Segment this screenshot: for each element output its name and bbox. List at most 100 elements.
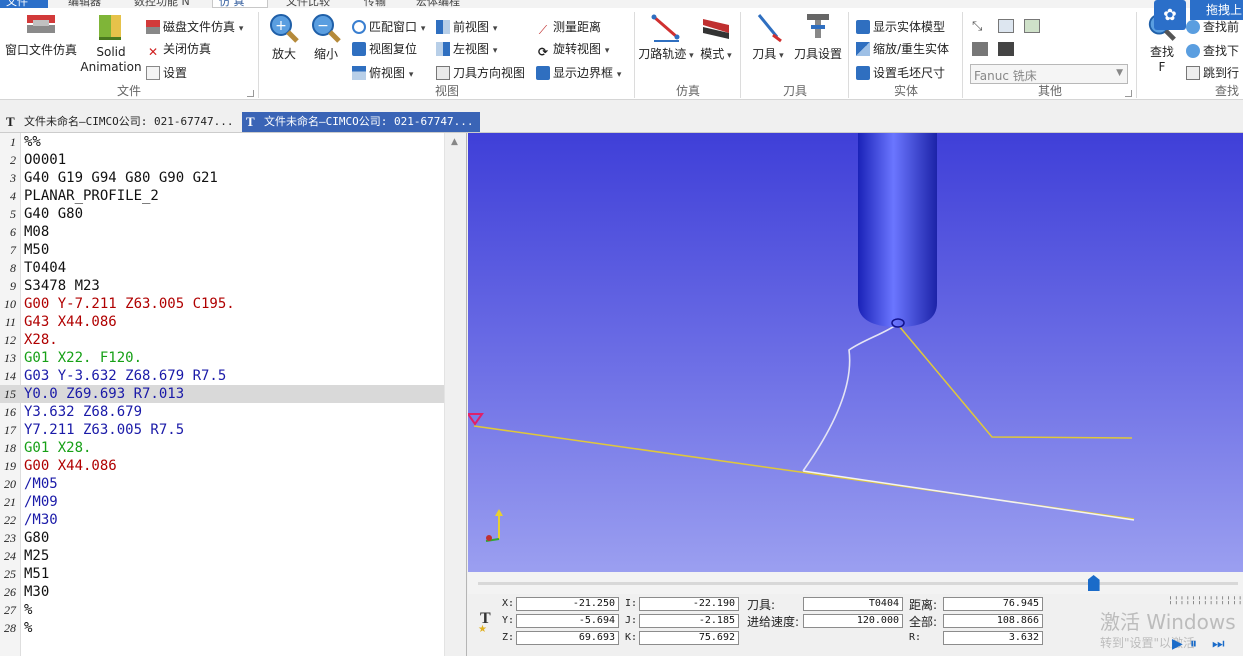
code-text: G40 G80 [24, 206, 84, 222]
code-line[interactable]: 3 G40 G19 G94 G80 G90 G21 [0, 169, 444, 187]
code-line[interactable]: 23 G80 [0, 529, 444, 547]
close-sim-button[interactable]: ✕ 关闭仿真 [146, 39, 211, 59]
document-tab-bar: T 文件未命名—CIMCO公司: 021-67747... T 文件未命名—CI… [0, 100, 1243, 133]
code-text: M30 [24, 584, 50, 600]
code-line[interactable]: 4 PLANAR_PROFILE_2 [0, 187, 444, 205]
rotate-view-button[interactable]: ⟳ 旋转视图 [536, 39, 609, 59]
tab-macro[interactable]: 宏体编程 [410, 0, 466, 8]
code-line[interactable]: 22/M30 [0, 511, 444, 529]
play-icon[interactable]: ▶ [1172, 636, 1183, 652]
window-sim-icon [27, 15, 55, 33]
code-line[interactable]: 8 T0404 [0, 259, 444, 277]
x-label: X: [502, 598, 515, 609]
disk-sim-button[interactable]: 磁盘文件仿真 [146, 17, 243, 37]
group-file-launcher-icon[interactable] [247, 90, 254, 97]
activation-watermark-title: 激活 Windows [1100, 610, 1236, 634]
stock-size-button[interactable]: 设置毛坯尺寸 [856, 63, 945, 83]
code-line[interactable]: 21/M09 [0, 493, 444, 511]
code-line[interactable]: 16 Y3.632 Z68.679 [0, 403, 444, 421]
code-line[interactable]: 27% [0, 601, 444, 619]
view-reset-button[interactable]: 视图复位 [352, 39, 417, 59]
group-view-label: 视图 [434, 84, 459, 98]
code-line[interactable]: 5 G40 G80 [0, 205, 444, 223]
zoom-in-button[interactable]: + 放大 [264, 11, 304, 62]
tab-simulation[interactable]: 仿 真 [212, 0, 268, 8]
divider [848, 12, 849, 98]
zoom-out-button[interactable]: − 缩小 [306, 11, 346, 62]
mode-button[interactable]: 模式 [696, 11, 736, 64]
code-line[interactable]: 10 G00 Y-7.211 Z63.005 C195. [0, 295, 444, 313]
code-line[interactable]: 13 G01 X22. F120. [0, 349, 444, 367]
code-line[interactable]: 18 G01 X28. [0, 439, 444, 457]
code-line[interactable]: 15 Y0.0 Z69.693 R7.013 [0, 385, 444, 403]
stl-export-icon[interactable] [972, 42, 988, 56]
tab-file[interactable]: 文件 [0, 0, 48, 8]
nc-code-editor[interactable]: 1%% 2 O0001 3 G40 G19 G94 G80 G90 G21 4 PLANAR… [0, 133, 467, 656]
playback-timeline [468, 572, 1243, 594]
code-line[interactable]: 25 M51 [0, 565, 444, 583]
code-text: M08 [24, 224, 50, 240]
dxf-export-icon[interactable] [998, 42, 1014, 56]
timeline-thumb[interactable] [1087, 575, 1100, 591]
code-line[interactable]: 12 X28. [0, 331, 444, 349]
code-line[interactable]: 1%% [0, 133, 444, 151]
toolpath-button[interactable]: 刀路轨迹 [638, 11, 694, 64]
code-line[interactable]: 9 S3478 M23 [0, 277, 444, 295]
tool-button[interactable]: 刀具 [746, 11, 790, 64]
drag-upload-widget[interactable]: ✿ 拖拽上 [1152, 0, 1243, 30]
goto-line-button[interactable]: 跳到行 [1186, 63, 1239, 83]
window-sim-button[interactable]: 窗口文件仿真 [2, 11, 80, 58]
tab-compare[interactable]: 文件比较 [280, 0, 336, 8]
mode-label: 模式 [700, 47, 731, 61]
code-line[interactable]: 2 O0001 [0, 151, 444, 169]
scroll-up-icon[interactable]: ▲ [451, 137, 458, 147]
editor-scrollbar[interactable]: ▲ [444, 133, 466, 656]
bounding-box-button[interactable]: 显示边界框 [536, 63, 621, 83]
code-line[interactable]: 28% [0, 619, 444, 637]
code-line[interactable]: 20/M05 [0, 475, 444, 493]
tab-numeric[interactable]: 数控功能 N [128, 0, 196, 8]
code-line[interactable]: 11 G43 X44.086 [0, 313, 444, 331]
code-line[interactable]: 7 M50 [0, 241, 444, 259]
left-view-button[interactable]: 左视图 [436, 39, 497, 59]
tab-editor[interactable]: 编辑器 [62, 0, 107, 8]
find-next-button[interactable]: 查找下 [1186, 41, 1239, 61]
tool-direction-view-button[interactable]: 刀具方向视图 [436, 63, 525, 83]
code-line[interactable]: 14 G03 Y-3.632 Z68.679 R7.5 [0, 367, 444, 385]
code-line[interactable]: 17 Y7.211 Z63.005 R7.5 [0, 421, 444, 439]
code-line[interactable]: 19 G00 X44.086 [0, 457, 444, 475]
z-value: 69.693 [516, 631, 619, 645]
code-line[interactable]: 26 M30 [0, 583, 444, 601]
resize-icon[interactable]: ⤡ [972, 19, 988, 35]
list-icon[interactable] [998, 19, 1014, 33]
line-number: 20 [4, 477, 16, 491]
tool-setup-button[interactable]: 刀具设置 [790, 11, 846, 62]
bounding-box-label: 显示边界框 [553, 66, 614, 80]
feed-label: 进给速度: [747, 615, 800, 629]
tab-transfer[interactable]: 传输 [358, 0, 392, 8]
top-view-button[interactable]: 俯视图 [352, 63, 413, 83]
machine-select[interactable]: Fanuc 铣床 ▼ [970, 64, 1128, 84]
step-icon[interactable]: ⏸ [1190, 636, 1197, 652]
show-solid-button[interactable]: 显示实体模型 [856, 17, 945, 37]
line-number: 21 [4, 495, 16, 509]
solid-model-icon [856, 20, 870, 34]
solid-animation-button[interactable]: Solid Animation [80, 11, 142, 75]
svg-text:−: − [317, 18, 329, 34]
doc-tab-2[interactable]: T 文件未命名—CIMCO公司: 021-67747... [242, 112, 480, 132]
window-icon[interactable] [1024, 19, 1040, 33]
settings-button[interactable]: 设置 [146, 63, 187, 83]
fit-window-button[interactable]: 匹配窗口 [352, 17, 425, 37]
code-line[interactable]: 6 M08 [0, 223, 444, 241]
simulation-viewport[interactable] [468, 133, 1243, 572]
code-line[interactable]: 24 M25 [0, 547, 444, 565]
front-view-button[interactable]: 前视图 [436, 17, 497, 37]
rebuild-solid-button[interactable]: 缩放/重生实体 [856, 39, 949, 59]
measure-distance-button[interactable]: ⟋ 测量距离 [536, 17, 601, 37]
axis-origin-icon [486, 535, 492, 541]
next-icon[interactable]: ⏭ [1212, 636, 1225, 652]
group-file-label: 文件 [116, 84, 141, 98]
group-other-launcher-icon[interactable] [1125, 90, 1132, 97]
doc-tab-1[interactable]: T 文件未命名—CIMCO公司: 021-67747... [2, 112, 238, 132]
timeline-track[interactable] [478, 582, 1238, 585]
